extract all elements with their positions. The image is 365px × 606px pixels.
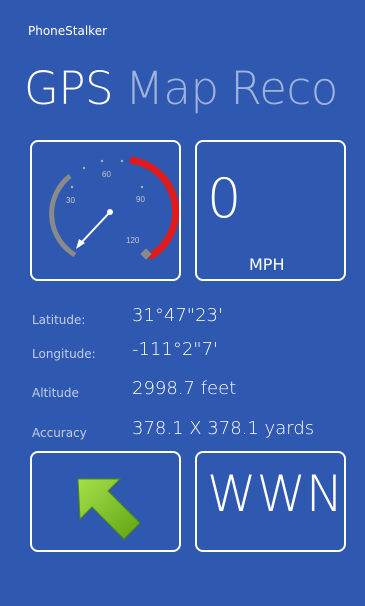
direction-text: WWN	[207, 465, 344, 523]
pivot-tab-map[interactable]: Map	[125, 62, 219, 115]
gauge-tick	[140, 185, 144, 189]
gauge-needle	[79, 211, 111, 245]
longitude-label: Longitude:	[32, 347, 96, 361]
direction-tile[interactable]: WWN	[195, 451, 346, 552]
accuracy-value: 378.1 X 378.1 yards	[132, 418, 315, 439]
gauge-tick	[120, 159, 124, 163]
gauge-tick	[100, 159, 104, 163]
gauge-tick-label: 30	[66, 196, 75, 205]
speedometer-gauge: 30 60 90 120	[49, 156, 180, 261]
speed-unit: MPH	[249, 255, 285, 274]
pivot-header: GPS Map Reco	[24, 62, 350, 115]
direction-arrow-tile[interactable]	[30, 451, 181, 552]
speed-tile[interactable]: 0 MPH	[195, 140, 346, 281]
altitude-value: 2998.7 feet	[132, 378, 237, 399]
pivot-tab-reco[interactable]: Reco	[231, 62, 339, 115]
gauge-tick	[82, 166, 86, 170]
longitude-value: -111°2"7'	[132, 339, 218, 360]
pivot-tab-gps[interactable]: GPS	[24, 62, 114, 115]
gauge-tick-label: 90	[136, 195, 145, 204]
app-title: PhoneStalker	[28, 24, 108, 38]
arrow-up-left-icon	[77, 478, 141, 540]
gauge-tick-label: 60	[102, 170, 111, 179]
speed-value: 0	[207, 167, 242, 230]
accuracy-label: Accuracy	[32, 426, 87, 440]
gauge-tick	[70, 185, 74, 189]
speedometer-tile[interactable]: 30 60 90 120	[30, 140, 181, 281]
latitude-label: Latitude:	[32, 313, 86, 327]
gauge-hub	[107, 209, 113, 215]
latitude-value: 31°47"23'	[132, 305, 223, 326]
gauge-tick-label: 120	[126, 236, 140, 245]
altitude-label: Altitude	[32, 386, 79, 400]
